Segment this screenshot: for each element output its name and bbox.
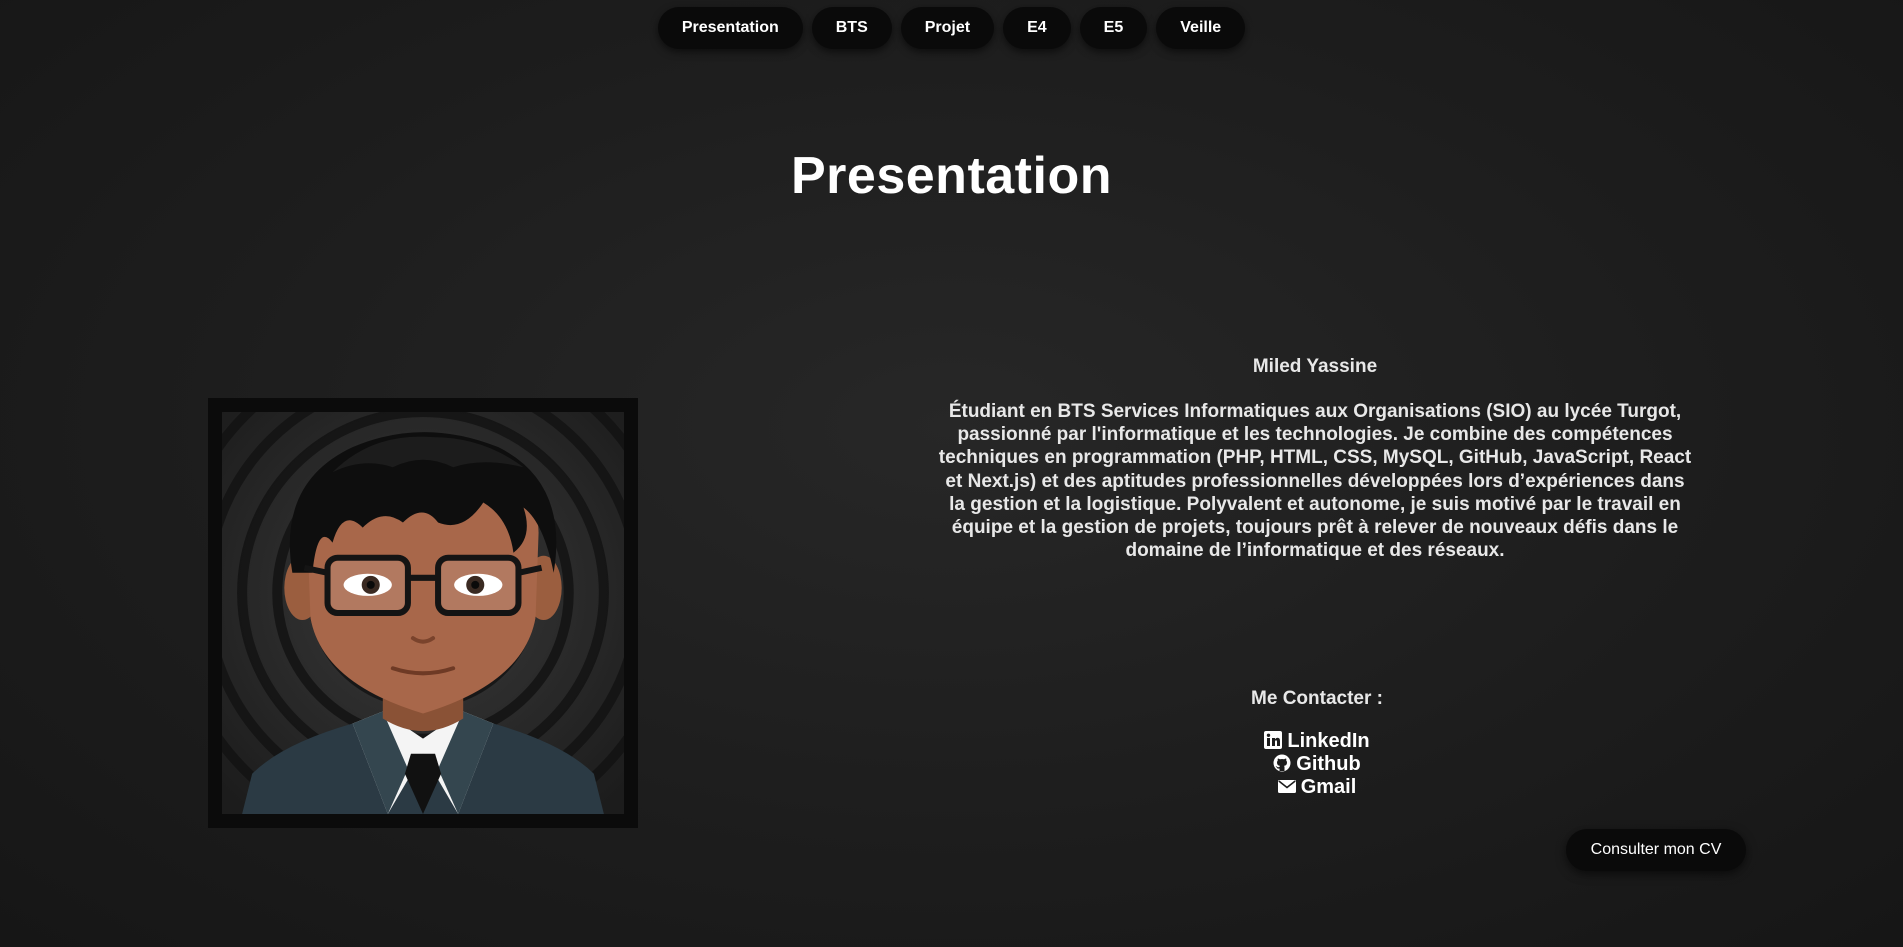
gmail-link[interactable]: Gmail xyxy=(1167,776,1467,799)
profile-bio: Étudiant en BTS Services Informatiques a… xyxy=(938,401,1692,562)
nav-bts[interactable]: BTS xyxy=(811,7,892,49)
gmail-label: Gmail xyxy=(1300,776,1357,798)
contact-links: LinkedIn Github Gmail xyxy=(1167,730,1467,799)
nav-presentation[interactable]: Presentation xyxy=(657,7,803,49)
nav-veille[interactable]: Veille xyxy=(1156,7,1246,49)
mail-icon xyxy=(1277,780,1296,793)
page-title: Presentation xyxy=(791,147,1112,205)
nav-projet[interactable]: Projet xyxy=(900,7,995,49)
linkedin-link[interactable]: LinkedIn xyxy=(1167,730,1467,753)
linkedin-label: LinkedIn xyxy=(1287,730,1370,752)
nav-e5[interactable]: E5 xyxy=(1079,7,1148,49)
profile-info: Miled Yassine Étudiant en BTS Services I… xyxy=(935,356,1695,562)
nav-e4[interactable]: E4 xyxy=(1003,7,1071,49)
contact-title: Me Contacter : xyxy=(1251,688,1383,709)
avatar-image xyxy=(222,412,624,814)
linkedin-icon xyxy=(1264,731,1283,749)
avatar xyxy=(208,398,638,828)
github-link[interactable]: Github xyxy=(1167,753,1467,776)
profile-name: Miled Yassine xyxy=(1252,356,1378,377)
main-nav: Presentation BTS Projet E4 E5 Veille xyxy=(0,7,1903,49)
github-label: Github xyxy=(1296,753,1361,775)
github-icon xyxy=(1273,754,1291,772)
cv-button[interactable]: Consulter mon CV xyxy=(1566,829,1746,871)
